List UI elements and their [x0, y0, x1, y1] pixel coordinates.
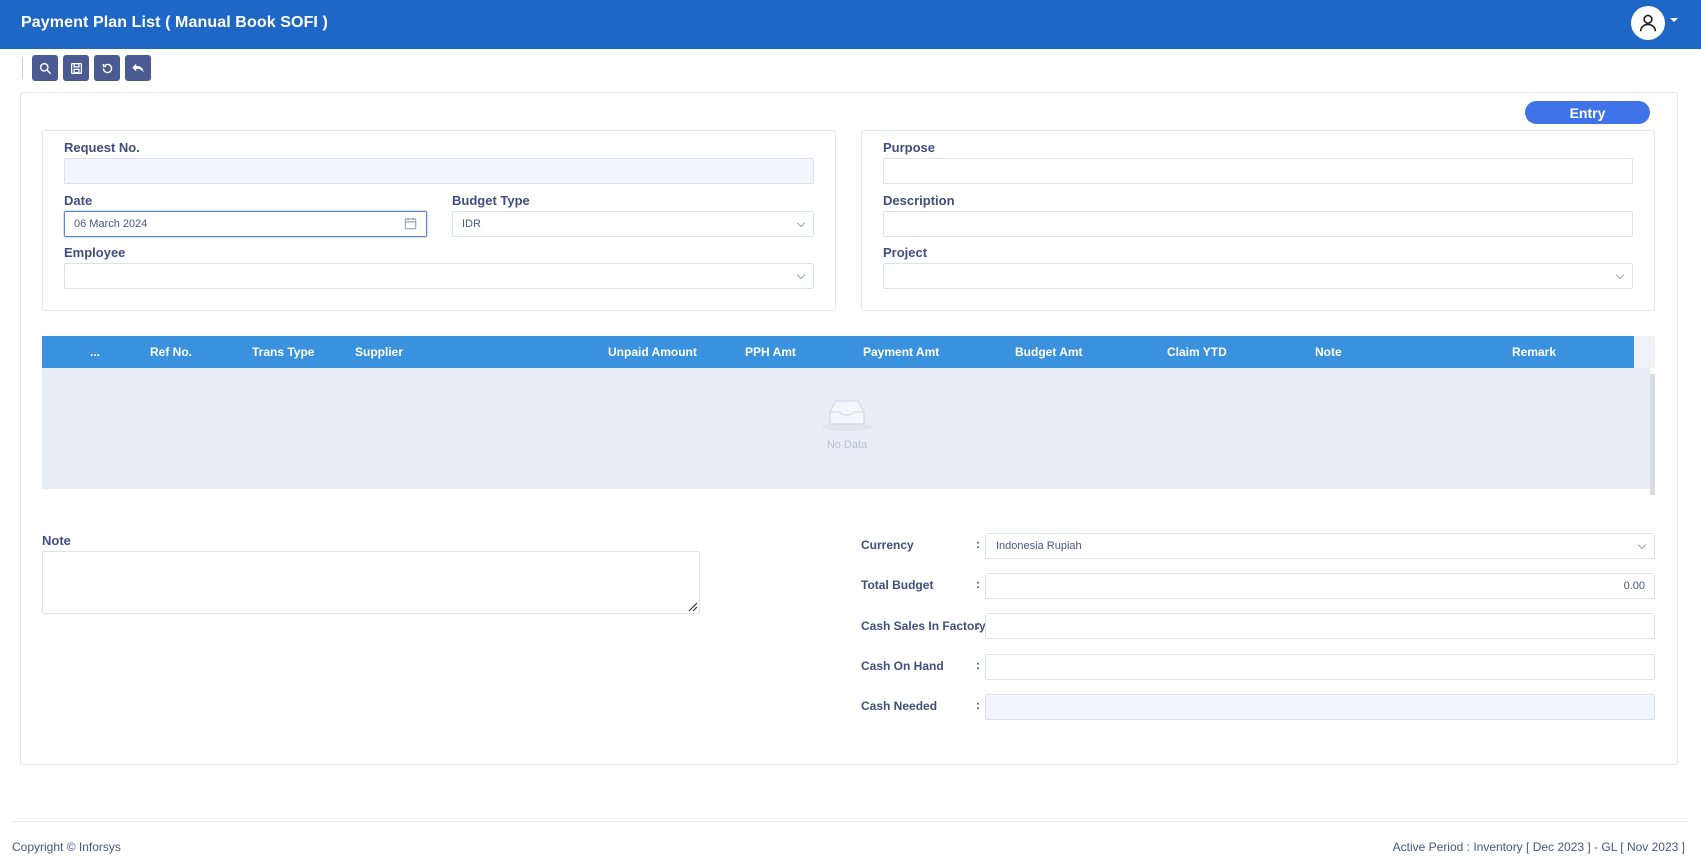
currency-colon: :	[976, 537, 980, 551]
grid-col-menu[interactable]: ...	[90, 345, 100, 359]
grid-col-supplier[interactable]: Supplier	[355, 345, 403, 359]
cash-sales-in-factory-colon: :	[976, 618, 980, 632]
currency-label: Currency	[861, 538, 914, 552]
grid-col-claim-ytd[interactable]: Claim YTD	[1167, 345, 1227, 359]
employee-select[interactable]	[64, 263, 814, 289]
project-select[interactable]	[883, 263, 1633, 289]
grid-empty-state: No Data	[807, 398, 887, 451]
date-field[interactable]: 06 March 2024	[64, 211, 427, 237]
user-icon	[1639, 14, 1657, 32]
cash-needed-colon: :	[976, 698, 980, 712]
chevron-down-icon	[796, 218, 806, 228]
grid-col-payment-amt[interactable]: Payment Amt	[863, 345, 939, 359]
note-textarea[interactable]	[42, 551, 700, 614]
empty-inbox-icon	[822, 400, 872, 431]
grid-col-unpaid-amount[interactable]: Unpaid Amount	[608, 345, 697, 359]
undo-button[interactable]	[125, 55, 151, 81]
request-no-label: Request No.	[64, 140, 140, 155]
refresh-icon	[102, 63, 112, 73]
cash-sales-in-factory-field[interactable]	[985, 613, 1655, 639]
cash-on-hand-field[interactable]	[985, 654, 1655, 680]
description-field[interactable]	[883, 211, 1633, 237]
grid-col-remark[interactable]: Remark	[1512, 345, 1556, 359]
search-icon	[39, 62, 51, 74]
copyright-text: Copyright © Inforsys	[12, 840, 121, 854]
budget-type-value: IDR	[462, 218, 481, 230]
grid-col-trans-type[interactable]: Trans Type	[252, 345, 314, 359]
budget-type-label: Budget Type	[452, 193, 530, 208]
cash-sales-in-factory-label: Cash Sales In Factory	[861, 619, 986, 633]
grid-col-budget-amt[interactable]: Budget Amt	[1015, 345, 1083, 359]
cash-on-hand-colon: :	[976, 658, 980, 672]
chevron-down-icon	[1637, 540, 1647, 550]
footer-divider	[12, 821, 1689, 822]
project-label: Project	[883, 245, 928, 260]
undo-icon	[132, 63, 144, 73]
toolbar-divider	[22, 57, 23, 79]
calendar-icon[interactable]	[404, 217, 417, 230]
chevron-down-icon	[796, 270, 806, 280]
request-no-field[interactable]	[64, 158, 814, 184]
grid-scrollbar[interactable]	[1650, 374, 1655, 495]
refresh-button[interactable]	[94, 55, 120, 81]
grid-col-pph-amt[interactable]: PPH Amt	[745, 345, 796, 359]
date-value: 06 March 2024	[74, 218, 148, 230]
active-period-text: Active Period : Inventory [ Dec 2023 ] -…	[1392, 840, 1685, 854]
grid-header-scroll-stub	[1634, 336, 1655, 368]
cash-needed-field[interactable]	[985, 694, 1655, 720]
purpose-field[interactable]	[883, 158, 1633, 184]
grid-col-ref-no[interactable]: Ref No.	[150, 345, 192, 359]
user-avatar[interactable]	[1631, 6, 1665, 40]
currency-select[interactable]: Indonesia Rupiah	[985, 533, 1655, 559]
cash-needed-label: Cash Needed	[861, 699, 938, 713]
date-label: Date	[64, 193, 93, 208]
total-budget-colon: :	[976, 577, 980, 591]
total-budget-label: Total Budget	[861, 578, 934, 592]
resize-handle-icon[interactable]	[688, 602, 698, 612]
search-button[interactable]	[32, 55, 58, 81]
chevron-down-icon	[1615, 270, 1625, 280]
cash-on-hand-label: Cash On Hand	[861, 659, 944, 673]
grid-empty-text: No Data	[826, 439, 868, 451]
total-budget-field[interactable]: 0.00	[985, 573, 1655, 599]
grid-header: ... Ref No. Trans Type Supplier Unpaid A…	[42, 336, 1634, 368]
user-menu-caret-icon[interactable]	[1670, 18, 1678, 22]
description-label: Description	[883, 193, 955, 208]
note-label: Note	[42, 533, 71, 548]
budget-type-select[interactable]: IDR	[452, 211, 814, 237]
employee-label: Employee	[64, 245, 126, 260]
top-bar: Payment Plan List ( Manual Book SOFI )	[0, 0, 1701, 49]
status-badge: Entry	[1525, 101, 1650, 124]
save-icon	[70, 62, 82, 74]
page-title: Payment Plan List ( Manual Book SOFI )	[21, 14, 328, 31]
grid-col-note[interactable]: Note	[1315, 345, 1342, 359]
save-button[interactable]	[63, 55, 89, 81]
currency-value: Indonesia Rupiah	[996, 540, 1082, 552]
purpose-label: Purpose	[883, 140, 936, 155]
